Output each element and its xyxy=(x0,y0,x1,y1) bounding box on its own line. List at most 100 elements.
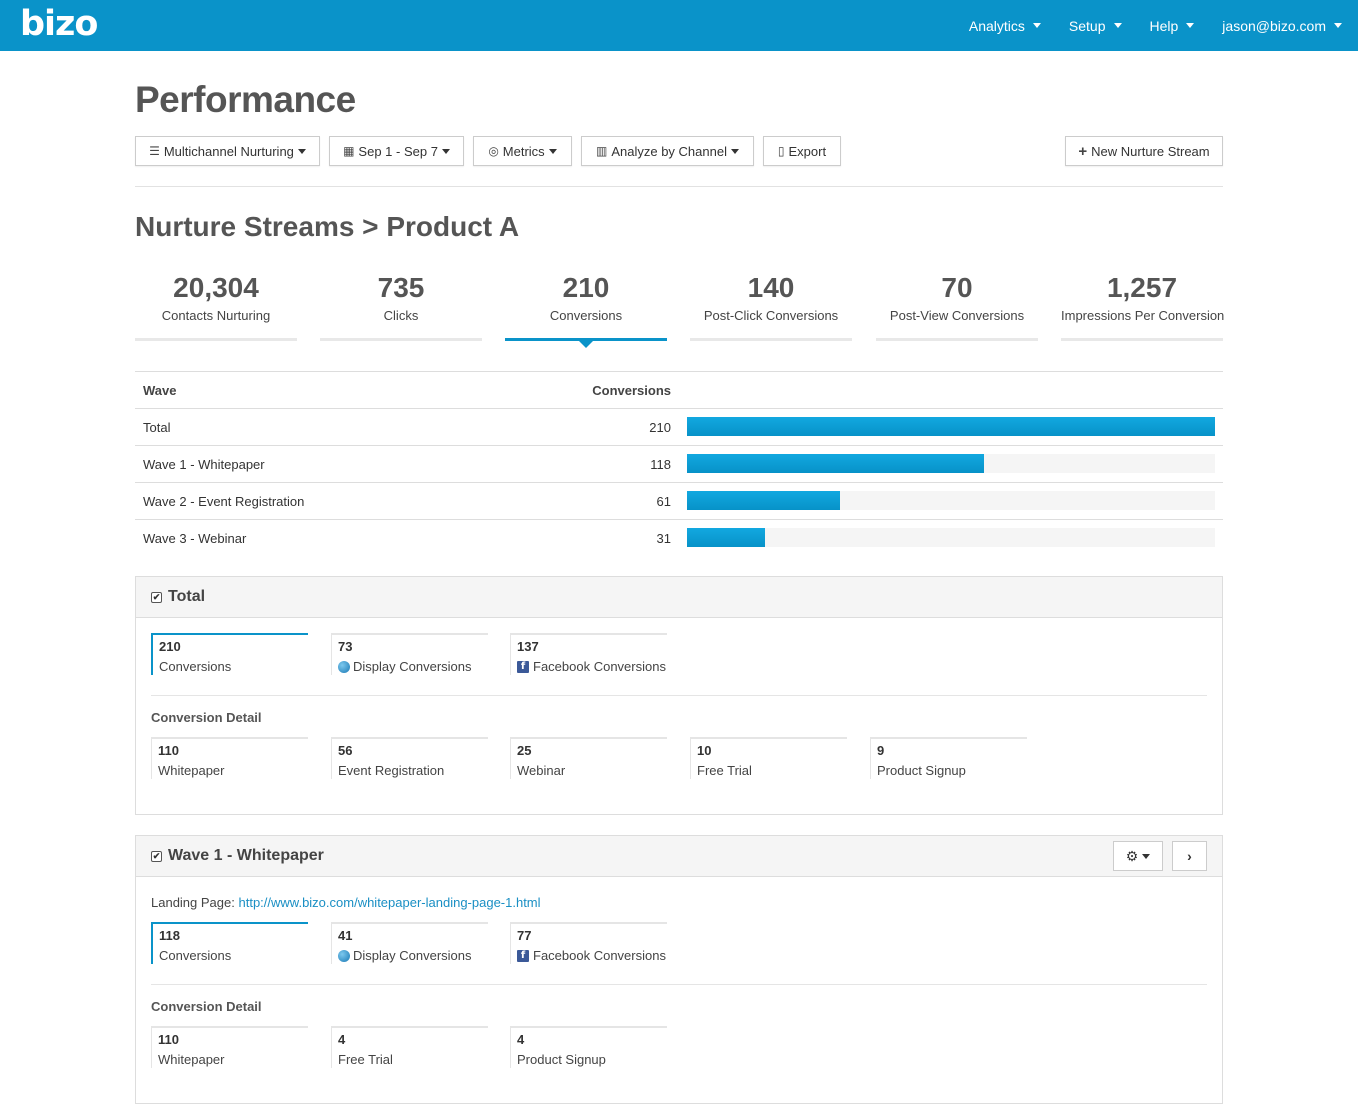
detail-box[interactable]: 10 Free Trial xyxy=(690,737,847,779)
stat-value: 210 xyxy=(562,272,610,303)
box-label-text: Conversions xyxy=(159,948,232,963)
top-navbar: bizo Analytics Setup Help jason@bizo.com xyxy=(0,0,1358,51)
summary-box-conversions[interactable]: 210 Conversions xyxy=(151,633,308,675)
new-nurture-stream-button[interactable]: + New Nurture Stream xyxy=(1065,136,1223,166)
box-label-text: Display Conversions xyxy=(353,659,472,674)
table-row[interactable]: Wave 2 - Event Registration 61 xyxy=(135,482,1223,519)
stat-label: Post-Click Conversions xyxy=(703,308,839,323)
wave-1-panel: ✔ Wave 1 - Whitepaper ⚙ › Landing Page: … xyxy=(135,835,1223,1104)
box-label-text: Facebook Conversions xyxy=(533,948,666,963)
panel-header: ✔ Wave 1 - Whitepaper ⚙ › xyxy=(136,836,1222,877)
toolbar: ☰ Multichannel Nurturing ▦ Sep 1 - Sep 7… xyxy=(135,136,1223,166)
eye-slash-icon: ◎ xyxy=(488,144,499,158)
chevron-down-icon xyxy=(1032,23,1041,28)
metrics-button[interactable]: ◎ Metrics xyxy=(473,136,572,166)
box-label: Product Signup xyxy=(517,1052,606,1067)
summary-box-display-conversions[interactable]: 41 Display Conversions xyxy=(331,922,488,964)
nurturing-label: Multichannel Nurturing xyxy=(163,143,294,159)
date-range-label: Sep 1 - Sep 7 xyxy=(358,143,438,159)
conversion-detail-label: Conversion Detail xyxy=(151,710,262,725)
stat-value: 140 xyxy=(747,272,795,303)
panel-header: ✔ Total xyxy=(136,577,1222,618)
detail-box[interactable]: 110 Whitepaper xyxy=(151,1026,308,1068)
stat-impressions-per-conversion[interactable]: 1,257 Impressions Per Conversion xyxy=(1061,271,1225,341)
box-label-text: Conversions xyxy=(159,659,232,674)
summary-box-facebook-conversions[interactable]: 77 f Facebook Conversions xyxy=(510,922,667,964)
stat-clicks[interactable]: 735 Clicks xyxy=(320,271,482,341)
analyze-by-channel-button[interactable]: ▥ Analyze by Channel xyxy=(581,136,754,166)
nav-setup[interactable]: Setup xyxy=(1069,18,1122,34)
calendar-icon: ▦ xyxy=(343,144,355,158)
detail-box[interactable]: 110 Whitepaper xyxy=(151,737,308,779)
summary-box-display-conversions[interactable]: 73 Display Conversions xyxy=(331,633,488,675)
bizo-logo[interactable]: bizo xyxy=(20,4,98,44)
box-value: 210 xyxy=(159,639,181,654)
detail-box[interactable]: 56 Event Registration xyxy=(331,737,488,779)
date-range-button[interactable]: ▦ Sep 1 - Sep 7 xyxy=(329,136,464,166)
box-label: Conversions xyxy=(159,659,308,674)
chevron-right-icon: › xyxy=(1187,848,1192,864)
list-icon: ☰ xyxy=(149,144,160,158)
chevron-down-icon xyxy=(1113,23,1122,28)
box-value: 77 xyxy=(517,928,532,943)
nav-help[interactable]: Help xyxy=(1150,18,1195,34)
checkbox-checked-icon[interactable]: ✔ xyxy=(151,591,162,603)
detail-box[interactable]: 4 Free Trial xyxy=(331,1026,488,1068)
table-row[interactable]: Wave 3 - Webinar 31 xyxy=(135,519,1223,556)
table-row[interactable]: Total 210 xyxy=(135,408,1223,445)
detail-box[interactable]: 4 Product Signup xyxy=(510,1026,667,1068)
settings-dropdown-button[interactable]: ⚙ xyxy=(1113,841,1163,871)
section-title: Nurture Streams > Product A xyxy=(135,211,520,242)
conversion-bar-track xyxy=(687,417,1215,436)
chevron-down-icon xyxy=(1186,23,1195,28)
box-value: 4 xyxy=(517,1032,525,1047)
chevron-down-icon xyxy=(1142,853,1151,859)
box-value: 73 xyxy=(338,639,353,654)
box-label-text: Facebook Conversions xyxy=(533,659,666,674)
stat-contacts-nurturing[interactable]: 20,304 Contacts Nurturing xyxy=(135,271,297,341)
checkbox-checked-icon[interactable]: ✔ xyxy=(151,850,162,862)
box-value: 4 xyxy=(338,1032,346,1047)
conversion-bar xyxy=(687,417,1215,436)
wave-name: Wave 2 - Event Registration xyxy=(143,494,305,509)
panel-title-text: Wave 1 - Whitepaper xyxy=(168,847,324,864)
nav-analytics-label: Analytics xyxy=(968,17,1025,34)
next-button[interactable]: › xyxy=(1172,841,1207,871)
box-label: Display Conversions xyxy=(338,948,488,963)
analyze-label: Analyze by Channel xyxy=(611,143,727,159)
box-label: Webinar xyxy=(517,763,566,778)
box-label: Event Registration xyxy=(338,763,445,778)
box-label: Product Signup xyxy=(877,763,966,778)
chevron-down-icon xyxy=(1334,23,1342,28)
conversion-bar xyxy=(687,528,766,547)
stat-label: Contacts Nurturing xyxy=(161,308,271,323)
wave-value: 61 xyxy=(656,494,671,509)
landing-page-link[interactable]: http://www.bizo.com/whitepaper-landing-p… xyxy=(238,895,540,910)
box-label: Free Trial xyxy=(338,1052,393,1067)
detail-box[interactable]: 25 Webinar xyxy=(510,737,667,779)
export-button[interactable]: ▯ Export xyxy=(763,136,841,166)
chevron-down-icon xyxy=(441,148,450,154)
detail-box[interactable]: 9 Product Signup xyxy=(870,737,1027,779)
summary-box-conversions[interactable]: 118 Conversions xyxy=(151,922,308,964)
nurturing-dropdown-button[interactable]: ☰ Multichannel Nurturing xyxy=(135,136,320,166)
stat-post-click-conversions[interactable]: 140 Post-Click Conversions xyxy=(690,271,852,341)
stat-label: Impressions Per Conversion xyxy=(1061,308,1225,323)
panel-title: ✔ Total xyxy=(151,588,205,606)
globe-icon xyxy=(338,660,350,673)
box-label: Whitepaper xyxy=(158,1052,225,1067)
facebook-icon: f xyxy=(517,660,529,673)
table-row[interactable]: Wave 1 - Whitepaper 118 xyxy=(135,445,1223,482)
stat-label: Post-View Conversions xyxy=(889,308,1025,323)
metrics-label: Metrics xyxy=(502,143,545,159)
nav-user-menu[interactable]: jason@bizo.com xyxy=(1222,18,1342,34)
stat-value: 70 xyxy=(941,272,973,303)
stat-post-view-conversions[interactable]: 70 Post-View Conversions xyxy=(876,271,1038,341)
stat-conversions[interactable]: 210 Conversions xyxy=(505,271,667,348)
nav-analytics[interactable]: Analytics xyxy=(969,18,1041,34)
box-label: Whitepaper xyxy=(158,763,225,778)
summary-box-facebook-conversions[interactable]: 137 f Facebook Conversions xyxy=(510,633,667,675)
box-value: 110 xyxy=(158,1032,179,1047)
box-value: 56 xyxy=(338,743,353,758)
box-label: f Facebook Conversions xyxy=(517,659,667,674)
